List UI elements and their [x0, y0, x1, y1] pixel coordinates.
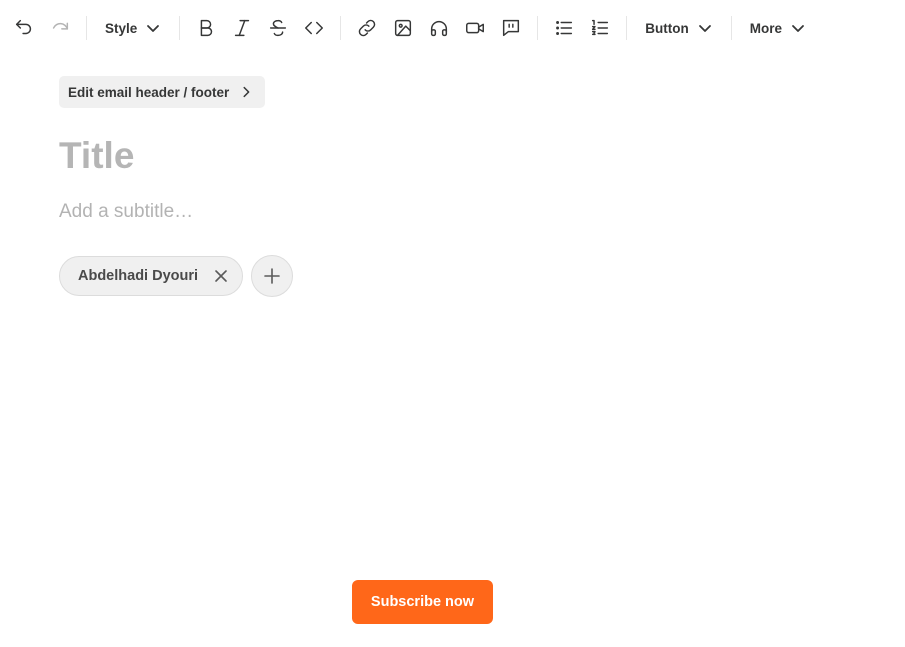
image-icon	[395, 19, 412, 37]
video-button[interactable]	[459, 12, 491, 44]
video-icon	[466, 22, 485, 34]
subtitle-input[interactable]: Add a subtitle…	[59, 197, 819, 227]
headphones-icon	[431, 20, 448, 37]
bullet-list-icon	[556, 21, 573, 35]
bullet-list-button[interactable]	[548, 12, 580, 44]
italic-button[interactable]	[226, 12, 258, 44]
toolbar-divider	[537, 16, 539, 40]
chevron-down-icon	[147, 25, 160, 32]
subscribe-button[interactable]: Subscribe now	[352, 580, 493, 624]
toolbar-divider	[86, 16, 87, 40]
link-button[interactable]	[351, 12, 383, 44]
quote-button[interactable]	[495, 12, 527, 44]
link-icon	[359, 19, 376, 37]
style-dropdown-label: Style	[105, 20, 138, 36]
toolbar-divider	[179, 16, 181, 40]
chevron-right-icon	[243, 86, 250, 98]
edit-header-footer-button[interactable]: Edit email header / footer	[59, 76, 266, 108]
add-author-button[interactable]	[251, 255, 293, 297]
code-button[interactable]	[298, 12, 330, 44]
undo-button[interactable]	[8, 12, 40, 44]
remove-author-button[interactable]	[212, 267, 230, 285]
bold-button[interactable]	[190, 12, 222, 44]
bold-icon	[200, 19, 213, 37]
undo-icon	[15, 19, 32, 35]
edit-header-footer-label: Edit email header / footer	[68, 84, 230, 100]
author-name: Abdelhadi Dyouri	[78, 268, 199, 284]
style-dropdown[interactable]: Style	[95, 12, 171, 44]
more-dropdown-label: More	[749, 20, 783, 36]
italic-icon	[235, 19, 250, 37]
toolbar-divider	[730, 16, 732, 40]
button-dropdown-label: Button	[645, 20, 689, 36]
numbered-list-button[interactable]	[584, 12, 616, 44]
strikethrough-button[interactable]	[262, 12, 294, 44]
button-dropdown[interactable]: Button	[635, 12, 722, 44]
redo-icon	[52, 22, 69, 30]
strikethrough-icon	[270, 19, 287, 37]
redo-button[interactable]	[44, 12, 76, 44]
toolbar-divider	[340, 16, 342, 40]
code-icon	[305, 21, 324, 35]
quote-icon	[503, 19, 520, 37]
chevron-down-icon	[698, 25, 711, 32]
audio-button[interactable]	[423, 12, 455, 44]
image-button[interactable]	[387, 12, 419, 44]
title-input[interactable]: Title	[59, 131, 819, 181]
more-dropdown[interactable]: More	[740, 12, 816, 44]
author-chip: Abdelhadi Dyouri	[59, 256, 244, 296]
numbered-list-icon	[592, 19, 609, 36]
chevron-down-icon	[792, 25, 804, 32]
close-icon	[215, 270, 227, 282]
toolbar-divider	[626, 16, 628, 40]
editor-toolbar: Style Button More	[0, 0, 905, 56]
plus-icon	[264, 268, 280, 284]
